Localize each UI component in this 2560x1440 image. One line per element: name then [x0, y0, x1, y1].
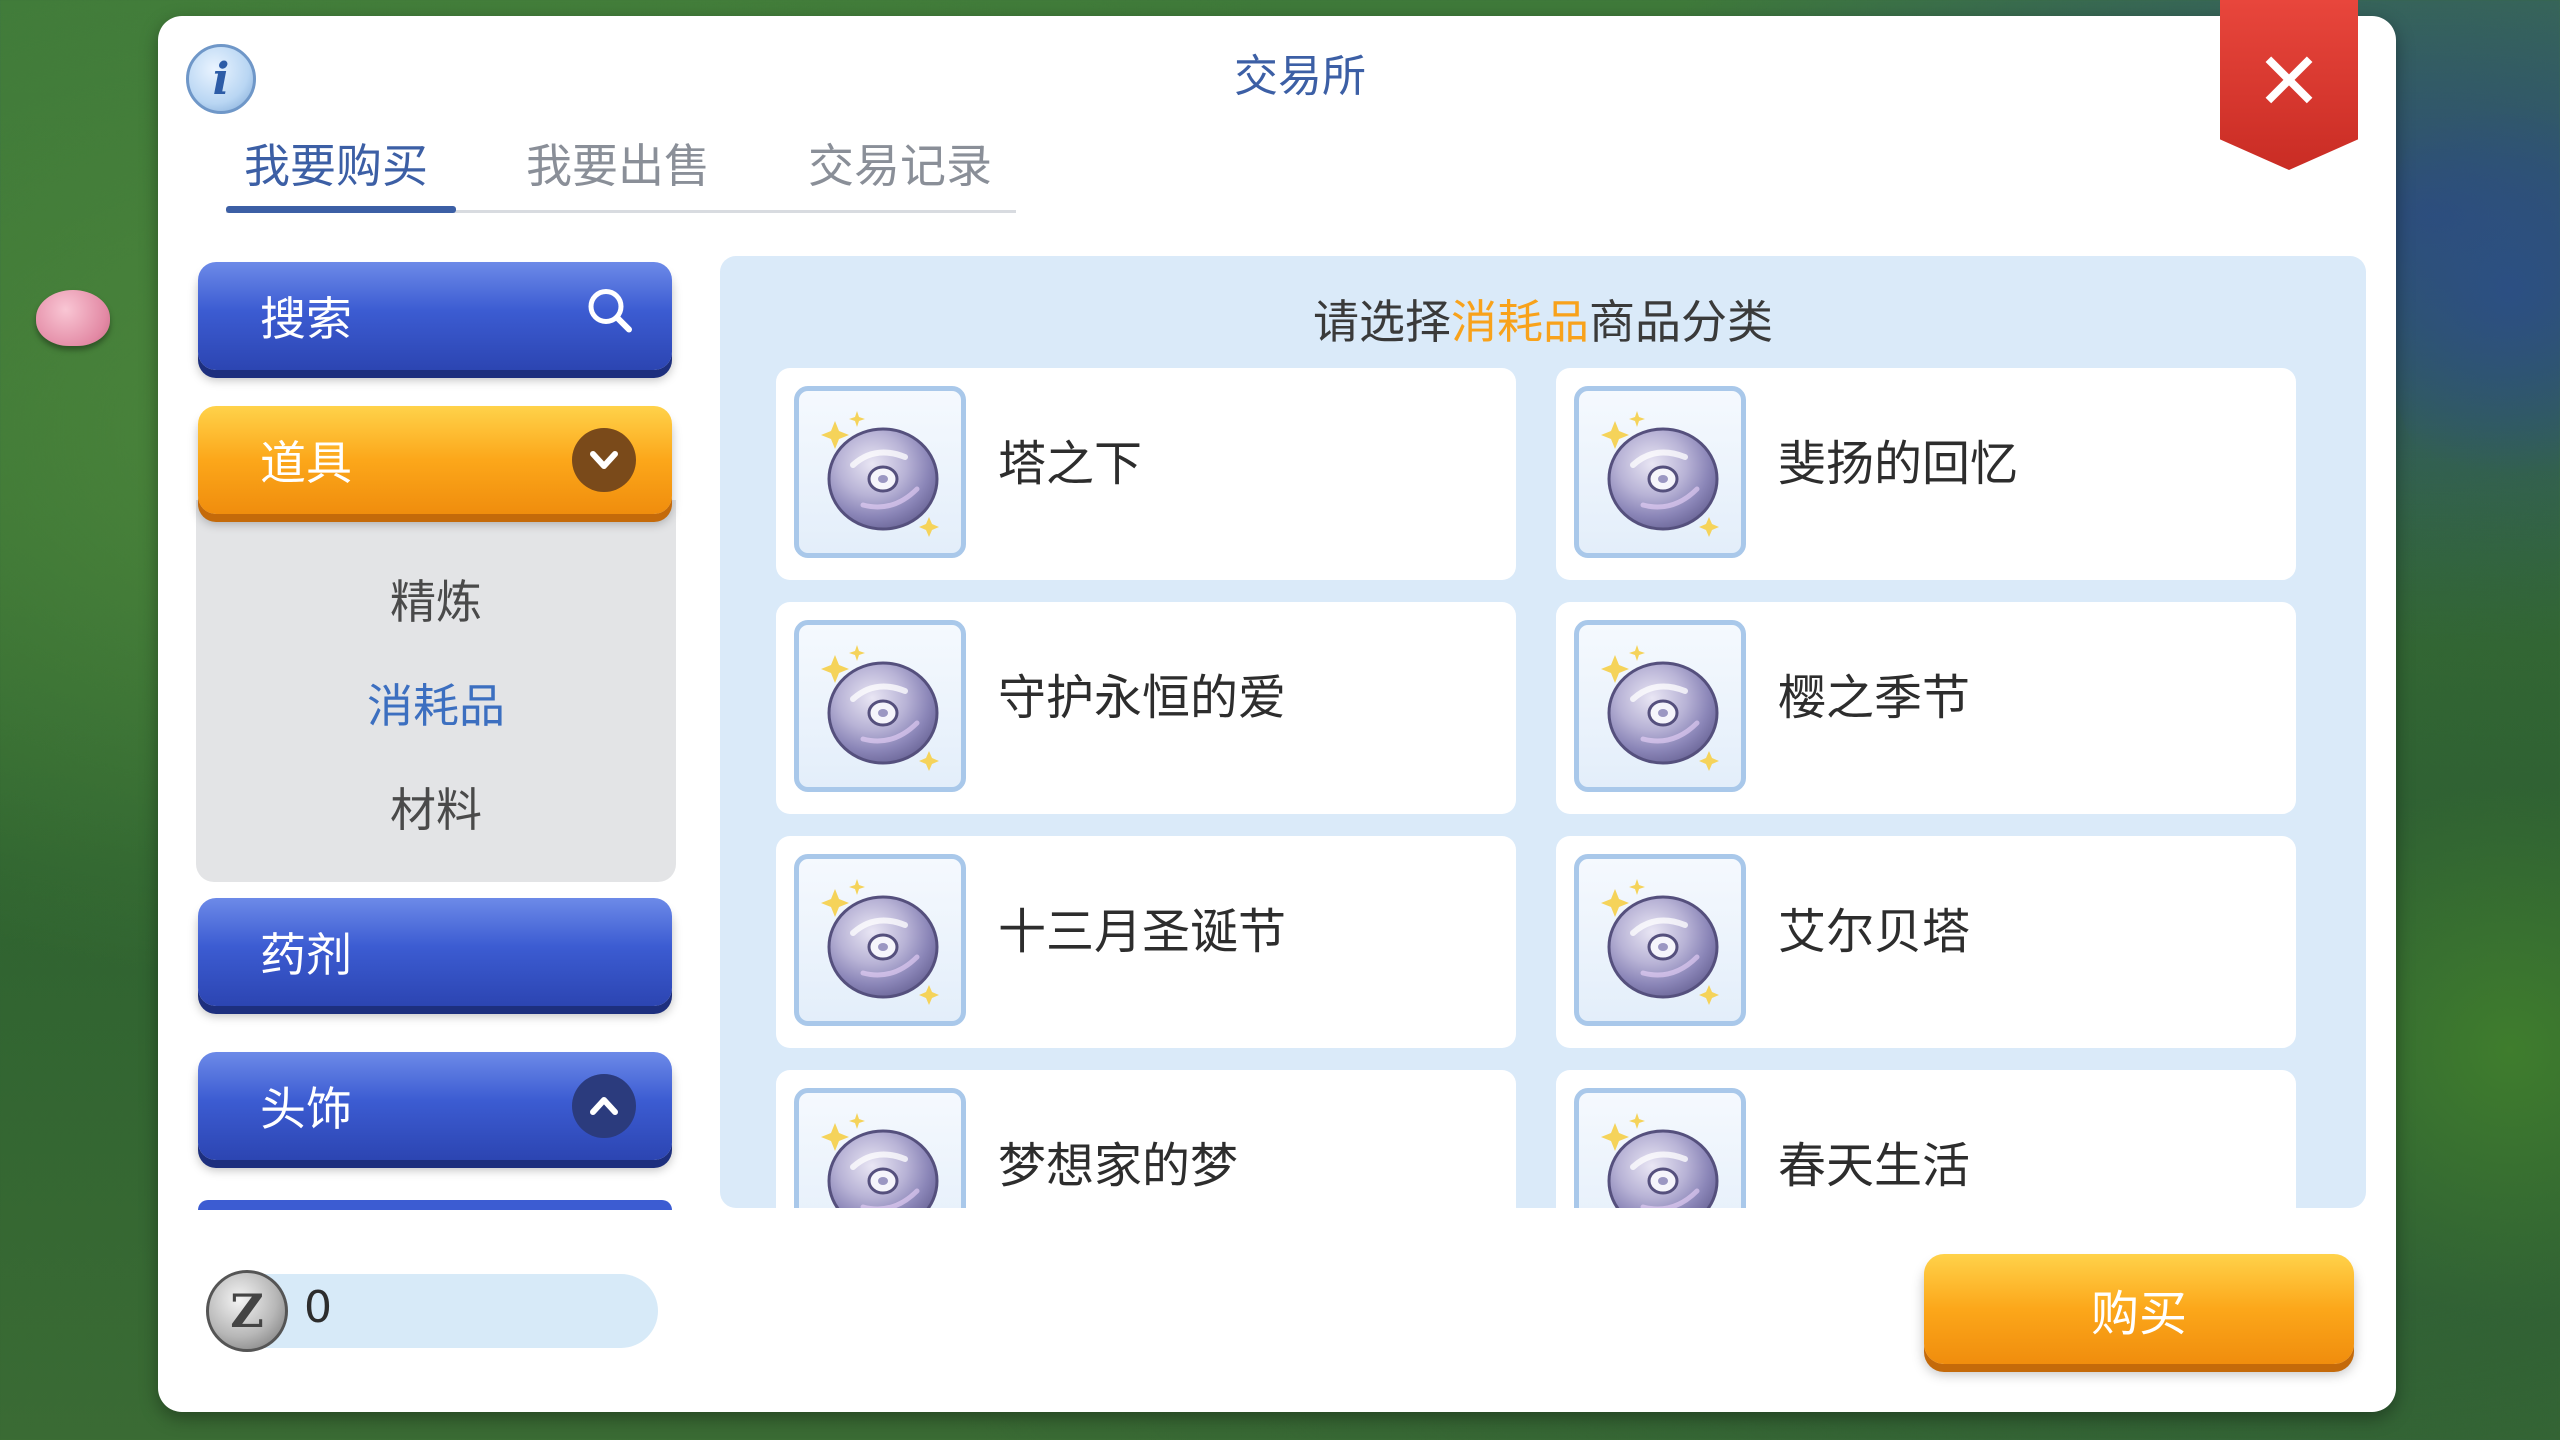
item-card[interactable]: 守护永恒的爱	[776, 602, 1516, 814]
item-label: 守护永恒的爱	[998, 670, 1287, 726]
category-headwear-label: 头饰	[260, 1082, 352, 1136]
music-disc-icon	[1574, 854, 1746, 1026]
prompt-suffix: 商品分类	[1589, 295, 1773, 349]
category-items-label: 道具	[260, 436, 352, 490]
chevron-up-icon	[572, 1074, 636, 1138]
item-card[interactable]: 艾尔贝塔	[1556, 836, 2296, 1048]
info-icon: i	[212, 53, 230, 105]
item-label: 艾尔贝塔	[1778, 904, 1971, 960]
category-potions-label: 药剂	[260, 928, 352, 982]
search-icon	[584, 285, 636, 348]
subcategory-consumables[interactable]: 消耗品	[196, 670, 676, 736]
buy-button[interactable]: 购买	[1924, 1254, 2354, 1364]
category-prompt: 请选择消耗品商品分类	[720, 286, 2366, 352]
info-button[interactable]: i	[186, 44, 256, 114]
chevron-down-icon	[572, 428, 636, 492]
item-label: 梦想家的梦	[998, 1138, 1239, 1194]
item-card[interactable]: 樱之季节	[1556, 602, 2296, 814]
item-card[interactable]: 塔之下	[776, 368, 1516, 580]
category-potions-button[interactable]: 药剂	[198, 898, 672, 1006]
prompt-highlight: 消耗品	[1451, 295, 1589, 349]
item-card[interactable]: 春天生活	[1556, 1070, 2296, 1208]
item-card[interactable]: 梦想家的梦	[776, 1070, 1516, 1208]
music-disc-icon	[1574, 386, 1746, 558]
search-label: 搜索	[260, 292, 352, 346]
category-next-button[interactable]	[198, 1200, 672, 1210]
item-category-panel: 请选择消耗品商品分类 塔之下 斐扬的回忆 守护永恒的爱 樱之季节 十三月圣诞节 …	[720, 256, 2366, 1208]
search-button[interactable]: 搜索	[198, 262, 672, 370]
item-card[interactable]: 斐扬的回忆	[1556, 368, 2296, 580]
item-label: 十三月圣诞节	[998, 904, 1287, 960]
music-disc-icon	[794, 620, 966, 792]
category-items-button[interactable]: 道具	[198, 406, 672, 514]
prompt-prefix: 请选择	[1313, 295, 1451, 349]
music-disc-icon	[1574, 620, 1746, 792]
background-foliage	[2380, 60, 2560, 520]
music-disc-icon	[794, 386, 966, 558]
music-disc-icon	[794, 1088, 966, 1208]
zeny-coin-icon: Z	[206, 1270, 288, 1352]
subcategory-materials[interactable]: 材料	[196, 774, 676, 840]
item-label: 塔之下	[998, 436, 1143, 492]
item-card[interactable]: 十三月圣诞节	[776, 836, 1516, 1048]
item-label: 春天生活	[1778, 1138, 1971, 1194]
tab-sell[interactable]: 我要出售	[526, 130, 710, 196]
category-headwear-button[interactable]: 头饰	[198, 1052, 672, 1160]
poring-monster	[36, 290, 110, 346]
active-tab-indicator	[226, 206, 456, 213]
subcategory-panel: 精炼 消耗品 材料	[196, 500, 676, 882]
close-button[interactable]: ✕	[2220, 0, 2358, 170]
item-label: 斐扬的回忆	[1778, 436, 2019, 492]
close-icon: ✕	[2255, 35, 2323, 128]
zeny-balance-value: 0	[304, 1282, 332, 1333]
item-label: 樱之季节	[1778, 670, 1971, 726]
music-disc-icon	[1574, 1088, 1746, 1208]
music-disc-icon	[794, 854, 966, 1026]
tab-buy[interactable]: 我要购买	[244, 130, 428, 196]
tab-trade-history[interactable]: 交易记录	[808, 130, 992, 196]
subcategory-refine[interactable]: 精炼	[196, 566, 676, 632]
dialog-title: 交易所	[1234, 51, 1366, 102]
